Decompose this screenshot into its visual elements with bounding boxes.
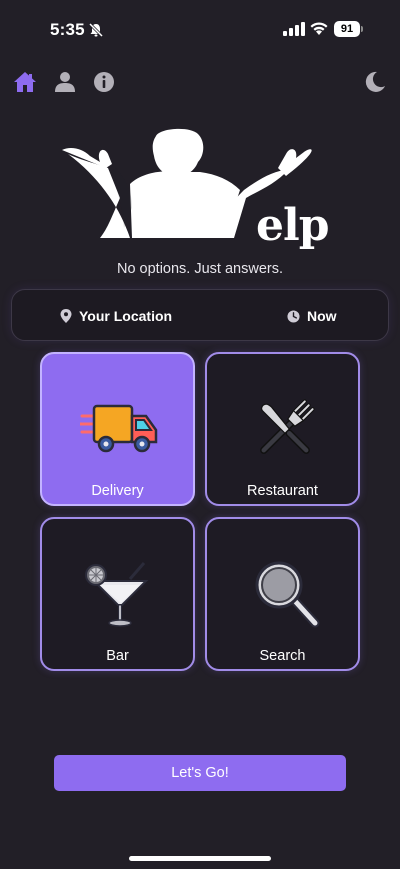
category-label: Delivery (91, 483, 144, 499)
status-bar: 5:35 91 (0, 0, 400, 56)
category-label: Restaurant (247, 483, 318, 499)
magnifier-icon (255, 561, 320, 628)
category-delivery[interactable]: Delivery (40, 352, 195, 506)
category-label: Search (259, 648, 306, 664)
welp-logo: elp (60, 128, 332, 251)
clock-icon (287, 309, 300, 323)
bell-mute-icon (88, 22, 104, 38)
cellular-signal-icon (283, 22, 305, 36)
time-label: Now (307, 308, 337, 324)
category-restaurant[interactable]: Restaurant (205, 352, 360, 506)
location-time-bar: Your Location Now (11, 289, 389, 341)
lets-go-button[interactable]: Let's Go! (54, 755, 346, 791)
delivery-truck-icon (80, 404, 158, 453)
home-indicator[interactable] (129, 856, 271, 861)
battery-level: 91 (334, 21, 360, 37)
category-search[interactable]: Search (205, 517, 360, 671)
logo-text: elp (256, 200, 329, 251)
location-selector[interactable]: Your Location (60, 290, 172, 342)
home-icon[interactable] (13, 70, 37, 94)
battery-indicator: 91 (334, 21, 364, 37)
cocktail-icon (85, 562, 149, 627)
fork-knife-icon (260, 399, 315, 454)
profile-icon[interactable] (53, 70, 77, 94)
category-label: Bar (106, 648, 129, 664)
tagline: No options. Just answers. (116, 261, 284, 277)
wifi-icon (310, 22, 328, 35)
map-pin-icon (60, 309, 72, 323)
battery-cap (361, 26, 363, 32)
category-bar[interactable]: Bar (40, 517, 195, 671)
time-selector[interactable]: Now (287, 290, 337, 342)
info-icon[interactable] (92, 70, 116, 94)
location-label: Your Location (79, 308, 173, 324)
status-time: 5:35 (50, 20, 85, 39)
dark-mode-icon[interactable] (363, 70, 387, 94)
